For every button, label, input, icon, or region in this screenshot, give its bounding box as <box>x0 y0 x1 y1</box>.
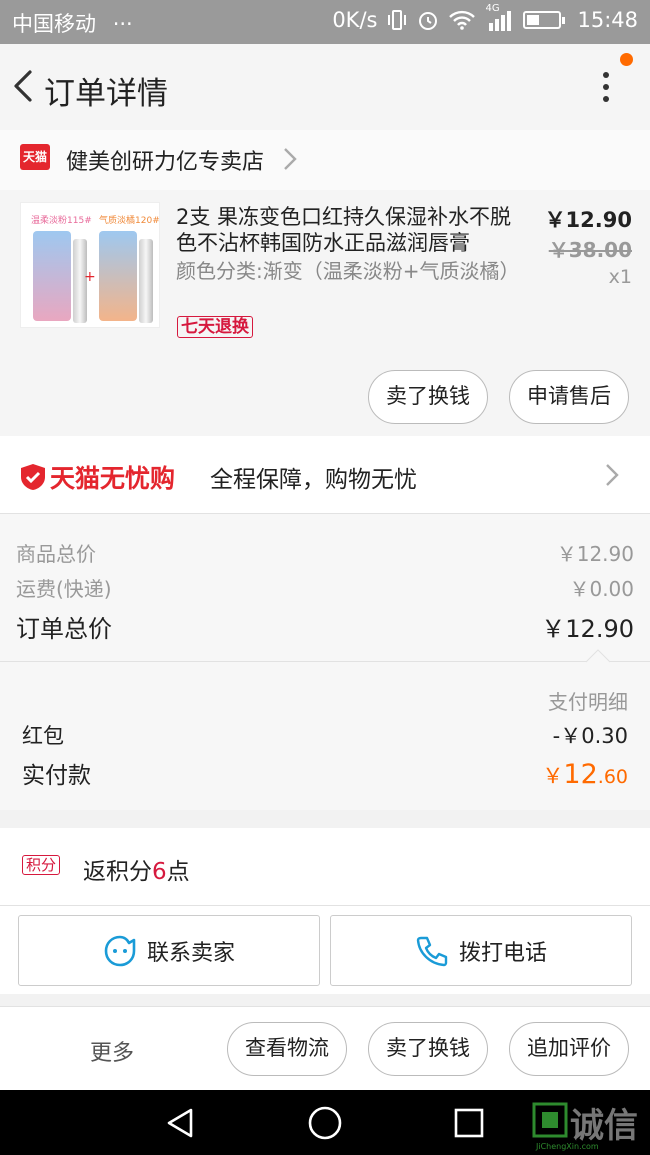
call-button[interactable]: 拨打电话 <box>330 915 632 986</box>
points-prefix: 返积分 <box>83 859 152 885</box>
thumb-right-code: 120# <box>135 216 160 226</box>
lipstick-right-cap <box>139 239 153 323</box>
view-logistics-button[interactable]: 查看物流 <box>227 1022 347 1076</box>
contact-bar: 联系卖家 拨打电话 <box>0 906 650 994</box>
carrier-label: 中国移动 <box>12 12 96 36</box>
goods-total-row: 商品总价 ￥12.90 <box>16 538 634 567</box>
order-total-row: 订单总价 ￥12.90 <box>16 609 634 644</box>
thumb-left-label: 温柔淡粉 <box>31 216 68 226</box>
red-packet-row: 红包 -￥0.30 <box>22 720 628 750</box>
notification-dots: ··· <box>112 12 133 36</box>
product-price: ￥12.90 <box>544 208 632 232</box>
red-packet-value: -￥0.30 <box>552 724 628 748</box>
thumb-left-code: 115# <box>67 216 92 226</box>
product-item[interactable]: 温柔淡粉115# 气质淡橘120# + 2支 果冻变色口红持久保湿补水不脱色不沾… <box>0 190 650 436</box>
paid-label: 实付款 <box>22 763 91 789</box>
paid-int: 12 <box>563 759 598 790</box>
paid-row: 实付款 ￥12.60 <box>22 756 628 790</box>
product-title[interactable]: 2支 果冻变色口红持久保湿补水不脱色不沾杯韩国防水正品滋润唇膏 <box>176 204 512 256</box>
shipping-row: 运费(快递) ￥0.00 <box>16 573 634 602</box>
sell-swap-button[interactable]: 卖了换钱 <box>368 370 488 424</box>
status-bar: 中国移动 ··· 0K/s 4G 15:48 <box>0 0 650 44</box>
recents-square-icon[interactable] <box>453 1107 485 1139</box>
order-total-label: 订单总价 <box>16 615 112 643</box>
shipping-value: ￥0.00 <box>569 577 634 601</box>
payment-detail: 支付明细 红包 -￥0.30 实付款 ￥12.60 <box>0 649 650 810</box>
return-policy-tag: 七天退换 <box>177 316 253 338</box>
points-suffix: 点 <box>166 859 190 885</box>
notification-dot <box>620 53 633 66</box>
back-arrow-icon[interactable] <box>8 66 38 106</box>
page-title: 订单详情 <box>44 76 168 112</box>
nav-bar: 订单详情 <box>0 44 650 130</box>
vibrate-icon <box>388 10 407 30</box>
lipstick-right <box>99 231 137 321</box>
worry-free-logo-text: 天猫无忧购 <box>50 464 176 493</box>
sell-swap-bottom-button[interactable]: 卖了换钱 <box>368 1022 488 1076</box>
tmall-badge-icon: 天猫 <box>20 144 50 170</box>
shop-name[interactable]: 健美创研力亿专卖店 <box>66 144 264 176</box>
product-quantity: x1 <box>608 266 632 288</box>
call-label: 拨打电话 <box>458 940 547 966</box>
phone-icon <box>416 936 448 966</box>
worry-free-logo: 天猫无忧购 <box>20 459 175 495</box>
price-summary: 商品总价 ￥12.90 运费(快递) ￥0.00 订单总价 ￥12.90 <box>0 514 650 662</box>
chevron-right-icon <box>284 148 297 170</box>
chevron-right-icon <box>606 464 619 486</box>
system-nav-bar: 诚信 JiChengXin.com <box>0 1090 650 1155</box>
watermark-logo-icon <box>532 1102 568 1138</box>
points-text: 返积分6点 <box>83 852 190 886</box>
goods-total-label: 商品总价 <box>16 542 96 566</box>
points-row: 积分 返积分6点 <box>0 828 650 906</box>
contact-seller-label: 联系卖家 <box>146 940 235 966</box>
watermark-text: 诚信 <box>570 1106 638 1146</box>
signal-icon: 4G <box>485 3 513 31</box>
order-total-value: ￥12.90 <box>541 615 634 643</box>
lipstick-left <box>33 231 71 321</box>
after-sales-button[interactable]: 申请售后 <box>509 370 629 424</box>
paid-currency: ￥ <box>542 764 564 788</box>
points-badge: 积分 <box>22 855 61 875</box>
worry-free-description: 全程保障，购物无忧 <box>210 467 417 493</box>
shop-header[interactable]: 天猫 健美创研力亿专卖店 <box>0 130 650 190</box>
net-speed: 0K/s <box>332 8 378 32</box>
wifi-icon <box>449 10 476 30</box>
payment-detail-label: 支付明细 <box>548 690 628 714</box>
contact-seller-button[interactable]: 联系卖家 <box>18 915 320 986</box>
more-button[interactable]: 更多 <box>90 1035 134 1067</box>
goods-total-value: ￥12.90 <box>556 542 634 566</box>
thumb-plus: + <box>84 269 96 285</box>
worry-free-banner[interactable]: 天猫无忧购 全程保障，购物无忧 <box>0 436 650 514</box>
caret-up-icon <box>586 649 610 663</box>
alarm-icon <box>419 12 438 30</box>
red-packet-label: 红包 <box>22 724 64 748</box>
home-circle-icon[interactable] <box>307 1105 343 1141</box>
bottom-action-bar: 更多 查看物流 卖了换钱 追加评价 <box>0 1006 650 1090</box>
shipping-label: 运费(快递) <box>16 577 112 601</box>
paid-dec: .60 <box>597 766 628 788</box>
back-triangle-icon[interactable] <box>163 1106 197 1140</box>
watermark: 诚信 JiChengXin.com <box>532 1098 648 1151</box>
clock: 15:48 <box>577 8 638 32</box>
add-review-button[interactable]: 追加评价 <box>509 1022 629 1076</box>
points-count: 6 <box>152 859 167 885</box>
watermark-sub: JiChengXin.com <box>536 1142 599 1151</box>
product-thumbnail[interactable]: 温柔淡粉115# 气质淡橘120# + <box>20 202 160 328</box>
original-price: ￥38.00 <box>548 238 632 262</box>
product-sku: 颜色分类:渐变（温柔淡粉+气质淡橘） <box>176 259 520 283</box>
chat-face-icon <box>104 935 136 966</box>
paid-amount: ￥12.60 <box>542 759 628 790</box>
more-options-icon[interactable] <box>596 70 616 106</box>
thumb-right-label: 气质淡橘 <box>99 216 136 226</box>
battery-icon <box>523 11 566 29</box>
shield-icon <box>21 464 45 490</box>
